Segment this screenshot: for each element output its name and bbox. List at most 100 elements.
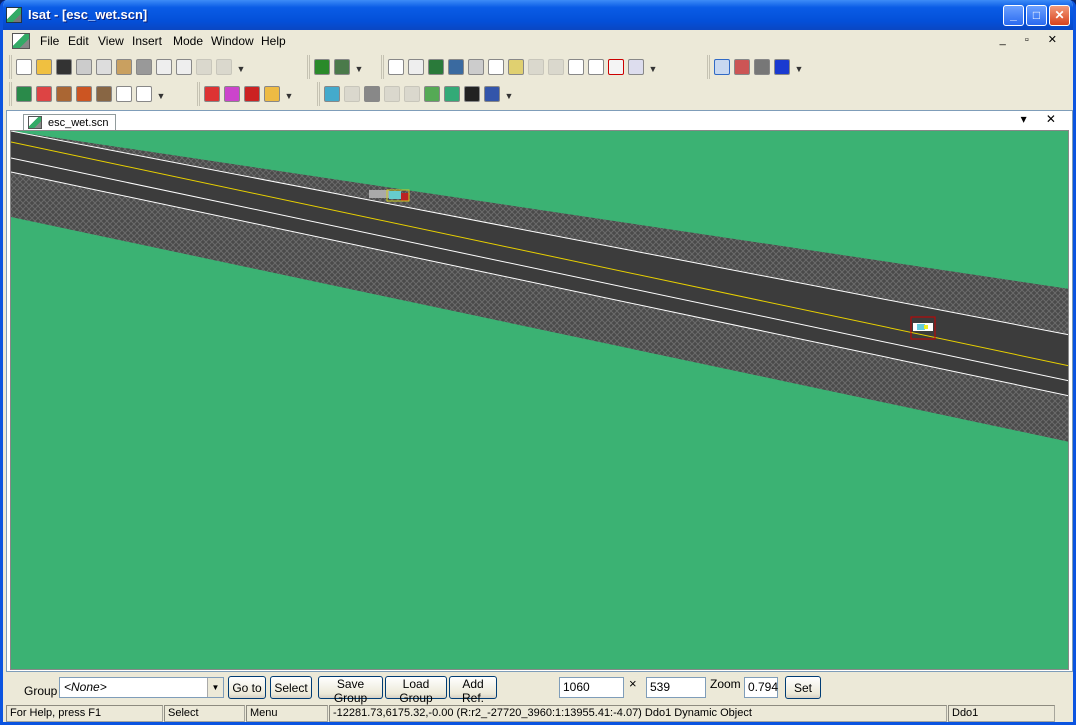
menu-bar: File Edit View Insert Mode Window Help _… — [3, 30, 1073, 52]
maximize-button[interactable]: □ — [1026, 5, 1047, 26]
save-icon[interactable] — [56, 59, 72, 75]
light-icon[interactable] — [344, 86, 360, 102]
mdi-window-controls[interactable]: _ ▫ ✕ — [1000, 33, 1065, 46]
document-icon[interactable] — [12, 33, 30, 49]
terrain-toolbar: ▼ — [307, 55, 364, 79]
menu-edit[interactable]: Edit — [68, 34, 89, 48]
menu-file[interactable]: File — [40, 34, 59, 48]
help-icon[interactable] — [156, 59, 172, 75]
pedestrian-icon[interactable] — [264, 86, 280, 102]
monitor-icon[interactable] — [754, 59, 770, 75]
car-red-icon[interactable] — [204, 86, 220, 102]
open-folder-icon[interactable] — [36, 59, 52, 75]
menu-mode[interactable]: Mode — [173, 34, 203, 48]
image-icon[interactable] — [448, 59, 464, 75]
status-bar: For Help, press F1 Select Menu -12281.73… — [3, 703, 1073, 722]
minimize-button[interactable]: _ — [1003, 5, 1024, 26]
zoom-icon[interactable] — [408, 59, 424, 75]
zoom-input[interactable]: 0.794 — [744, 677, 778, 698]
road-surface — [11, 131, 1068, 396]
film2-icon[interactable] — [76, 86, 92, 102]
y-coordinate-input[interactable]: 539 — [646, 677, 706, 698]
node-icon[interactable] — [588, 59, 604, 75]
exit-icon[interactable] — [96, 86, 112, 102]
set-button[interactable]: Set — [785, 676, 821, 699]
goto-button[interactable]: Go to — [228, 676, 266, 699]
grid-icon[interactable] — [314, 59, 330, 75]
menu-view[interactable]: View — [98, 34, 124, 48]
view-toolbar: ▼ — [707, 55, 804, 79]
calendar-icon[interactable] — [484, 86, 500, 102]
road-icon[interactable] — [384, 86, 400, 102]
night-icon[interactable] — [464, 86, 480, 102]
status-help-text: For Help, press F1 — [6, 705, 163, 722]
environment-toolbar: ▼ — [317, 82, 514, 106]
scene-canvas[interactable] — [11, 131, 1069, 670]
toolbar-overflow-icon[interactable]: ▼ — [156, 86, 166, 102]
title-bar[interactable]: Isat - [esc_wet.scn] _ □ ✕ — [3, 0, 1073, 30]
save-group-button[interactable]: Save Group — [318, 676, 383, 705]
new-file-icon[interactable] — [16, 59, 32, 75]
link-icon[interactable] — [568, 59, 584, 75]
undo2-icon[interactable] — [528, 59, 544, 75]
document-area: esc_wet.scn ▾ ✕ — [6, 110, 1073, 672]
status-menu: Menu — [246, 705, 328, 722]
group-label: Group — [24, 684, 58, 698]
add-ref-button[interactable]: Add Ref. — [449, 676, 497, 705]
toolbar-overflow-icon[interactable]: ▼ — [794, 59, 804, 75]
undo-icon[interactable] — [196, 59, 212, 75]
toolbar-overflow-icon[interactable]: ▼ — [504, 86, 514, 102]
document-tab-label: esc_wet.scn — [48, 117, 109, 129]
group-select[interactable]: <None> ▼ — [59, 677, 224, 698]
close-button[interactable]: ✕ — [1049, 5, 1070, 26]
play-icon[interactable] — [774, 59, 790, 75]
paste-icon[interactable] — [116, 59, 132, 75]
toolbar-overflow-icon[interactable]: ▼ — [284, 86, 294, 102]
context-help-icon[interactable] — [176, 59, 192, 75]
toolbar-overflow-icon[interactable]: ▼ — [648, 59, 658, 75]
globe-icon[interactable] — [428, 59, 444, 75]
print-icon[interactable] — [136, 59, 152, 75]
n-tool-icon[interactable] — [628, 59, 644, 75]
select-button[interactable]: Select — [270, 676, 312, 699]
landscape-icon[interactable] — [444, 86, 460, 102]
redo2-icon[interactable] — [548, 59, 564, 75]
map-icon[interactable] — [734, 59, 750, 75]
film-icon[interactable] — [56, 86, 72, 102]
redo-icon[interactable] — [216, 59, 232, 75]
document-tab-controls[interactable]: ▾ ✕ — [1021, 112, 1064, 126]
load-group-button[interactable]: Load Group — [385, 676, 447, 705]
terrain-icon[interactable] — [334, 59, 350, 75]
tools-toolbar: ▼ — [381, 55, 658, 79]
menu-help[interactable]: Help — [261, 34, 286, 48]
target-icon[interactable] — [468, 59, 484, 75]
copy-icon[interactable] — [96, 59, 112, 75]
menu-window[interactable]: Window — [211, 34, 254, 48]
menu-insert[interactable]: Insert — [132, 34, 162, 48]
checkbox-icon[interactable] — [608, 59, 624, 75]
toolbar-overflow-icon[interactable]: ▼ — [354, 59, 364, 75]
chevron-down-icon[interactable]: ▼ — [207, 678, 223, 697]
d-tool-icon[interactable] — [488, 59, 504, 75]
cut-icon[interactable] — [76, 59, 92, 75]
app-icon[interactable] — [6, 7, 22, 23]
x-coordinate-input[interactable]: 1060 — [559, 677, 624, 698]
tree-icon[interactable] — [424, 86, 440, 102]
car-group-icon[interactable] — [224, 86, 240, 102]
cloud-icon[interactable] — [324, 86, 340, 102]
columns-icon[interactable] — [36, 86, 52, 102]
scenario-viewport[interactable] — [10, 130, 1069, 670]
vehicle-tool-icon[interactable] — [508, 59, 524, 75]
scenario-file-icon — [28, 116, 42, 129]
line-draw-icon[interactable] — [714, 59, 730, 75]
car-icon[interactable] — [244, 86, 260, 102]
scenario-icon[interactable] — [16, 86, 32, 102]
toolbar-overflow-icon[interactable]: ▼ — [236, 59, 246, 75]
sign-icon[interactable] — [404, 86, 420, 102]
screen-icon[interactable] — [364, 86, 380, 102]
ft-text-icon[interactable] — [116, 86, 132, 102]
ab-text-icon[interactable] — [136, 86, 152, 102]
pointer-icon[interactable] — [388, 59, 404, 75]
toolbar-row-2: ▼ ▼ ▼ — [3, 80, 1073, 106]
document-tab[interactable]: esc_wet.scn — [23, 114, 116, 131]
